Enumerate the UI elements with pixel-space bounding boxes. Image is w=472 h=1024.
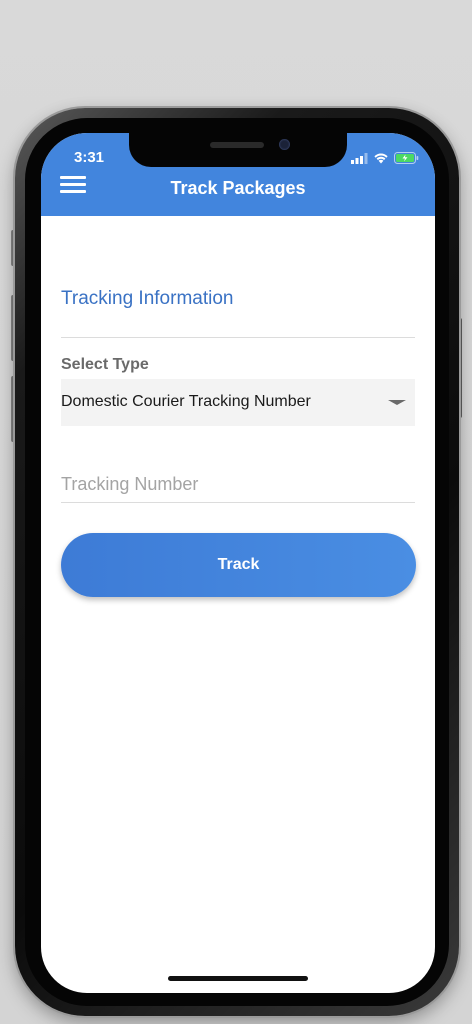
- page-title: Track Packages: [170, 178, 306, 198]
- tracking-input-underline: [61, 502, 415, 503]
- status-time: 3:31: [74, 149, 105, 166]
- home-indicator: [168, 976, 308, 981]
- track-button[interactable]: Track: [61, 533, 416, 597]
- app-screen: 3:31 Track Packages Tracking Information…: [41, 133, 435, 993]
- tracking-type-select[interactable]: Domestic Courier Tracking Number: [61, 379, 415, 426]
- battery-charging-icon: [394, 151, 419, 169]
- wifi-icon: [373, 151, 389, 169]
- status-icons: [351, 151, 419, 169]
- tracking-number-input[interactable]: [61, 467, 415, 501]
- section-divider: [61, 337, 415, 338]
- select-type-label: Select Type: [61, 356, 149, 373]
- cellular-signal-icon: [351, 151, 368, 169]
- page-background: 3:31 Track Packages Tracking Information…: [0, 0, 472, 1024]
- camera-notch: [129, 133, 347, 167]
- front-camera: [279, 139, 290, 150]
- tracking-type-value: Domestic Courier Tracking Number: [61, 393, 311, 410]
- app-header: 3:31 Track Packages: [41, 133, 435, 216]
- section-title: Tracking Information: [61, 288, 234, 309]
- chevron-down-icon: [388, 400, 406, 405]
- earpiece-speaker: [210, 142, 264, 148]
